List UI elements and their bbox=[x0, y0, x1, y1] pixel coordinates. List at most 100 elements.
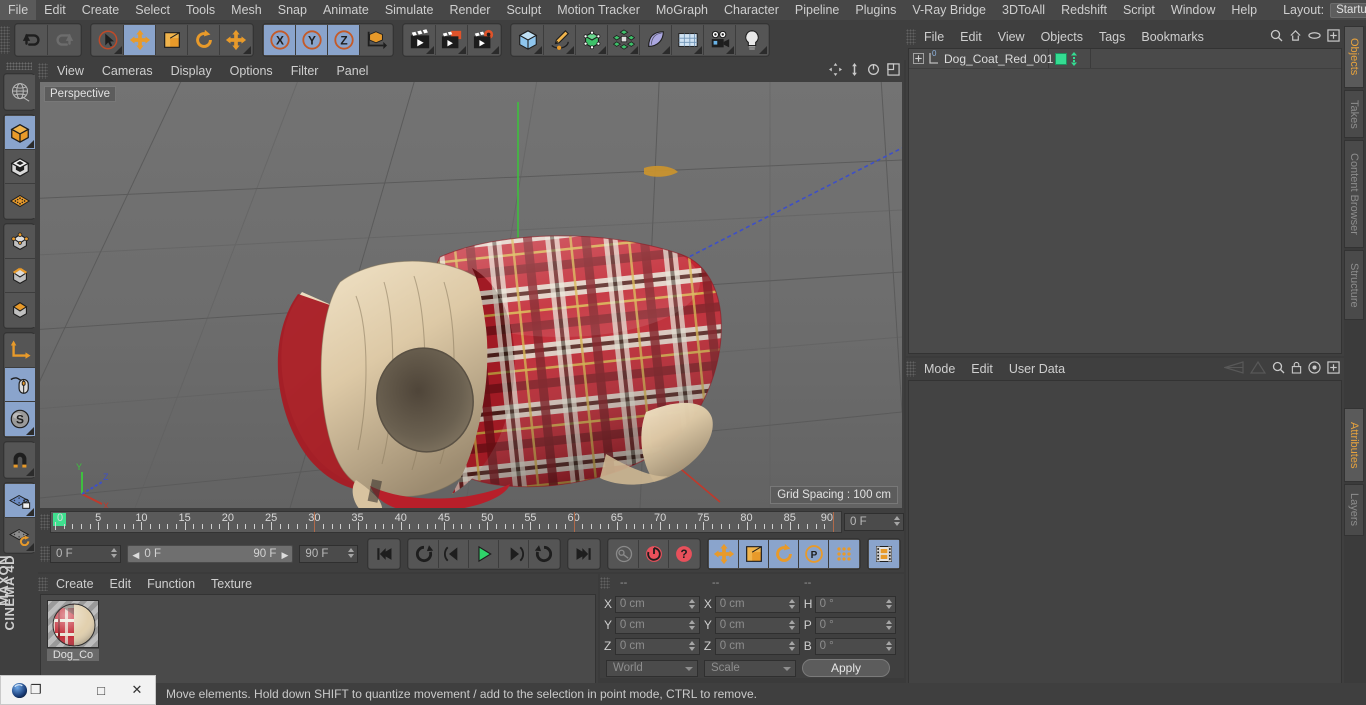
material-menu-create[interactable]: Create bbox=[48, 574, 102, 594]
add-deformer-button[interactable] bbox=[640, 25, 672, 55]
model-mode-button[interactable] bbox=[5, 116, 35, 150]
menu-item-edit[interactable]: Edit bbox=[36, 0, 74, 20]
search-icon[interactable] bbox=[1270, 29, 1283, 42]
render-to-picture-viewer-button[interactable] bbox=[436, 25, 468, 55]
coordinate-rotation-spinner[interactable] bbox=[885, 640, 892, 653]
y-axis-lock[interactable]: Y bbox=[296, 25, 328, 55]
go-to-end-button[interactable] bbox=[569, 540, 599, 568]
viewport-grip[interactable] bbox=[38, 63, 48, 79]
viewport-menu-panel[interactable]: Panel bbox=[327, 60, 377, 82]
menu-item-select[interactable]: Select bbox=[127, 0, 178, 20]
coordinate-system-dropdown[interactable]: World bbox=[606, 659, 698, 677]
coordinate-position-field[interactable]: 0 cm bbox=[614, 595, 700, 613]
timeline-playhead[interactable] bbox=[833, 512, 834, 532]
preview-range-bar[interactable]: ◀ 0 F 90 F ▶ bbox=[127, 545, 294, 563]
world-object-axis-toggle[interactable] bbox=[360, 25, 392, 55]
plus-box-icon[interactable] bbox=[1327, 361, 1340, 374]
play-button[interactable] bbox=[469, 540, 499, 568]
coordinate-mode-dropdown[interactable]: Scale bbox=[704, 659, 796, 677]
point-mode-button[interactable] bbox=[5, 225, 35, 259]
menu-item-motion-tracker[interactable]: Motion Tracker bbox=[549, 0, 648, 20]
move-tool[interactable] bbox=[124, 25, 156, 55]
menu-item-snap[interactable]: Snap bbox=[270, 0, 315, 20]
object-menu-tags[interactable]: Tags bbox=[1091, 26, 1133, 48]
parameter-key-button[interactable]: P bbox=[799, 540, 829, 568]
current-frame-spinner[interactable] bbox=[893, 516, 900, 528]
coordinate-size-field[interactable]: 0 cm bbox=[714, 616, 800, 634]
material-preview-thumbnail[interactable] bbox=[47, 600, 99, 648]
object-manager-tree[interactable]: 0 Dog_Coat_Red_001 bbox=[908, 48, 1342, 354]
range-right-arrow-icon[interactable]: ▶ bbox=[282, 550, 289, 561]
menu-item-window[interactable]: Window bbox=[1163, 0, 1223, 20]
start-frame-field[interactable]: 0 F bbox=[50, 545, 122, 563]
maximize-icon[interactable] bbox=[887, 63, 900, 76]
redo-button[interactable] bbox=[48, 25, 80, 55]
viewport-menu-filter[interactable]: Filter bbox=[282, 60, 328, 82]
record-key-button[interactable] bbox=[609, 540, 639, 568]
viewport-solo-button[interactable] bbox=[5, 368, 35, 402]
end-frame-spinner[interactable] bbox=[347, 548, 354, 560]
coordinate-position-spinner[interactable] bbox=[689, 640, 696, 653]
pan-icon[interactable] bbox=[829, 63, 842, 76]
history-back-icon[interactable] bbox=[1224, 361, 1244, 374]
rotate-tool[interactable] bbox=[188, 25, 220, 55]
attribute-manager-body[interactable] bbox=[908, 380, 1342, 703]
timeline-grip[interactable] bbox=[40, 514, 50, 530]
close-window-button[interactable]: ✕ bbox=[119, 682, 155, 698]
coordinate-size-spinner[interactable] bbox=[789, 598, 796, 611]
add-generator-button[interactable] bbox=[576, 25, 608, 55]
object-menu-edit[interactable]: Edit bbox=[952, 26, 990, 48]
plus-box-icon[interactable] bbox=[1327, 29, 1340, 42]
add-environment-button[interactable] bbox=[672, 25, 704, 55]
green-material-tag-icon[interactable] bbox=[1055, 52, 1067, 65]
attribute-menu-edit[interactable]: Edit bbox=[963, 358, 1001, 380]
object-row[interactable]: 0 Dog_Coat_Red_001 bbox=[909, 49, 1341, 69]
coordinate-rotation-spinner[interactable] bbox=[885, 619, 892, 632]
material-menu-edit[interactable]: Edit bbox=[102, 574, 140, 594]
coordinate-position-field[interactable]: 0 cm bbox=[614, 637, 700, 655]
position-key-button[interactable] bbox=[709, 540, 739, 568]
add-light-button[interactable] bbox=[736, 25, 768, 55]
layout-dropdown[interactable]: Startup bbox=[1330, 2, 1366, 18]
maximize-window-button[interactable]: □ bbox=[83, 683, 119, 698]
dolly-icon[interactable] bbox=[849, 63, 860, 76]
object-menu-file[interactable]: File bbox=[916, 26, 952, 48]
menu-item-character[interactable]: Character bbox=[716, 0, 787, 20]
material-menu-function[interactable]: Function bbox=[139, 574, 203, 594]
object-row-name-cell[interactable]: 0 Dog_Coat_Red_001 bbox=[909, 49, 1053, 68]
reset-workplane-button[interactable] bbox=[5, 518, 35, 552]
menu-item-plugins[interactable]: Plugins bbox=[847, 0, 904, 20]
range-left-arrow-icon[interactable]: ◀ bbox=[132, 550, 139, 561]
add-cube-button[interactable] bbox=[512, 25, 544, 55]
object-menu-view[interactable]: View bbox=[990, 26, 1033, 48]
coordinate-rotation-field[interactable]: 0 ° bbox=[814, 595, 897, 613]
viewport-menu-display[interactable]: Display bbox=[162, 60, 221, 82]
menu-item-create[interactable]: Create bbox=[74, 0, 128, 20]
polygon-mode-button[interactable] bbox=[5, 293, 35, 327]
menu-item-mograph[interactable]: MoGraph bbox=[648, 0, 716, 20]
polygon-grid-button[interactable] bbox=[5, 184, 35, 218]
coordinate-size-spinner[interactable] bbox=[789, 619, 796, 632]
history-forward-icon[interactable] bbox=[1250, 361, 1266, 374]
target-icon[interactable] bbox=[1308, 361, 1321, 374]
tag-dots-icon[interactable] bbox=[1071, 51, 1077, 66]
render-settings-button[interactable] bbox=[468, 25, 500, 55]
add-array-button[interactable] bbox=[608, 25, 640, 55]
vertical-tab-attributes[interactable]: Attributes bbox=[1344, 408, 1364, 482]
expand-plus-icon[interactable] bbox=[913, 53, 924, 64]
object-menu-bookmarks[interactable]: Bookmarks bbox=[1133, 26, 1212, 48]
current-frame-field[interactable]: 0 F bbox=[844, 513, 904, 531]
viewport-3d-canvas[interactable]: Perspective Grid Spacing : 100 cm Y X Z bbox=[40, 82, 902, 508]
coordinate-rotation-field[interactable]: 0 ° bbox=[814, 637, 897, 655]
coordinate-size-field[interactable]: 0 cm bbox=[714, 637, 800, 655]
vertical-tab-takes[interactable]: Takes bbox=[1344, 90, 1364, 138]
start-frame-spinner[interactable] bbox=[110, 548, 117, 560]
point-level-animation-button[interactable] bbox=[829, 540, 859, 568]
coordinate-position-spinner[interactable] bbox=[689, 619, 696, 632]
timeline-playhead[interactable] bbox=[573, 512, 575, 532]
timeline-mode-button[interactable] bbox=[869, 540, 899, 568]
x-axis-lock[interactable]: X bbox=[264, 25, 296, 55]
menu-item-3dtoall[interactable]: 3DToAll bbox=[994, 0, 1053, 20]
menu-item-pipeline[interactable]: Pipeline bbox=[787, 0, 847, 20]
undo-button[interactable] bbox=[16, 25, 48, 55]
